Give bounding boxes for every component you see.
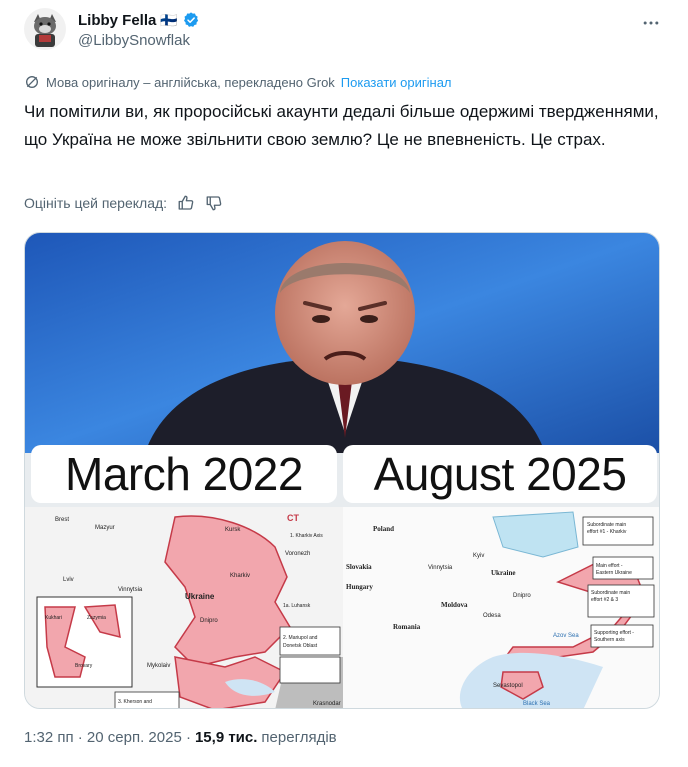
- more-options-icon[interactable]: [638, 10, 664, 36]
- svg-text:Voronezh: Voronezh: [285, 551, 310, 557]
- svg-text:2. Mariupol and: 2. Mariupol and: [283, 635, 318, 641]
- svg-text:Poland: Poland: [373, 525, 394, 533]
- views-count: 15,9 тис.: [194, 729, 258, 746]
- svg-text:Vinnytsia: Vinnytsia: [428, 565, 453, 571]
- svg-text:Subordinate main: Subordinate main: [591, 590, 630, 596]
- svg-text:Kharkiv: Kharkiv: [230, 573, 250, 579]
- svg-text:Subordinate main: Subordinate main: [587, 522, 626, 528]
- verified-badge-icon: [183, 12, 198, 27]
- author-name-row[interactable]: Libby Fella 🇫🇮: [78, 11, 200, 29]
- svg-text:Southern axis: Southern axis: [594, 637, 625, 643]
- grok-icon: [26, 76, 38, 88]
- svg-text:Krasnodar: Krasnodar: [313, 701, 341, 707]
- tweet-meta: 1:32 пп · 20 серп. 2025 · 15,9 тис. пере…: [24, 729, 337, 746]
- flag-icon: 🇫🇮: [160, 11, 178, 28]
- svg-text:Kukhari: Kukhari: [45, 615, 62, 621]
- tweet-media[interactable]: March 2022 August 2025 CT Ukraine Kharki…: [24, 232, 660, 709]
- svg-text:Hungary: Hungary: [346, 583, 373, 591]
- svg-text:Zazymia: Zazymia: [87, 615, 106, 621]
- svg-text:Main effort -: Main effort -: [596, 563, 623, 569]
- svg-text:3. Kherson and: 3. Kherson and: [118, 699, 152, 705]
- svg-text:Eastern Ukraine: Eastern Ukraine: [596, 570, 632, 576]
- avatar-image: [24, 8, 66, 50]
- svg-text:Ukraine: Ukraine: [491, 569, 516, 577]
- svg-text:Mazyur: Mazyur: [95, 525, 115, 531]
- svg-text:Dnipro: Dnipro: [200, 618, 218, 624]
- tweet-text: Чи помітили ви, як проросійські акаунти …: [24, 102, 659, 149]
- thumbs-down-icon[interactable]: [205, 194, 223, 212]
- svg-text:1. Kharkiv Axis: 1. Kharkiv Axis: [290, 533, 323, 539]
- svg-text:Brovary: Brovary: [75, 663, 93, 669]
- author-handle[interactable]: @LibbySnowflak: [78, 32, 190, 49]
- map-march-2022: CT Ukraine Kharkiv Dnipro Mykolaiv Vinny…: [25, 507, 343, 708]
- svg-text:Kursk: Kursk: [225, 527, 241, 533]
- rate-translation-row: Оцініть цей переклад:: [24, 194, 223, 212]
- avatar[interactable]: [24, 8, 66, 50]
- svg-text:Dnipro: Dnipro: [513, 593, 531, 599]
- svg-text:Lviv: Lviv: [63, 577, 74, 583]
- svg-text:Kyiv: Kyiv: [473, 553, 484, 559]
- svg-text:Romania: Romania: [393, 623, 421, 631]
- author-name[interactable]: Libby Fella: [78, 12, 156, 29]
- svg-text:Brest: Brest: [55, 517, 69, 523]
- translation-notice: Мова оригіналу – англійська, перекладено…: [24, 74, 452, 90]
- svg-text:Donetsk Oblast: Donetsk Oblast: [283, 643, 318, 649]
- timestamp[interactable]: 1:32 пп · 20 серп. 2025 ·: [24, 729, 191, 746]
- svg-text:Sevastopol: Sevastopol: [493, 683, 523, 689]
- svg-text:Odesa: Odesa: [483, 613, 501, 619]
- svg-text:Vinnytsia: Vinnytsia: [118, 587, 143, 593]
- svg-text:effort #1 - Kharkiv: effort #1 - Kharkiv: [587, 529, 627, 535]
- svg-text:1a. Luhansk: 1a. Luhansk: [283, 603, 311, 609]
- svg-text:Azov Sea: Azov Sea: [553, 633, 579, 639]
- svg-text:CT: CT: [287, 513, 299, 523]
- svg-text:Slovakia: Slovakia: [346, 563, 372, 571]
- svg-text:Mykolaiv: Mykolaiv: [147, 663, 170, 669]
- svg-text:Black Sea: Black Sea: [523, 701, 551, 707]
- rate-label: Оцініть цей переклад:: [24, 195, 168, 211]
- svg-text:Moldova: Moldova: [441, 601, 468, 609]
- map-august-2025: Poland Slovakia Hungary Romania Moldova …: [343, 507, 659, 708]
- tweet-header: Libby Fella 🇫🇮 @LibbySnowflak: [24, 8, 664, 58]
- photo-image: [25, 233, 659, 453]
- thumbs-up-icon[interactable]: [177, 194, 195, 212]
- show-original-link[interactable]: Показати оригінал: [341, 75, 452, 90]
- translation-text: Мова оригіналу – англійська, перекладено…: [46, 74, 335, 90]
- svg-text:Supporting effort -: Supporting effort -: [594, 630, 634, 636]
- svg-text:Ukraine: Ukraine: [185, 592, 215, 601]
- views-label: переглядів: [261, 729, 337, 746]
- label-march-2022: March 2022: [31, 445, 337, 503]
- svg-text:effort #2 & 3: effort #2 & 3: [591, 597, 618, 603]
- label-august-2025: August 2025: [343, 445, 657, 503]
